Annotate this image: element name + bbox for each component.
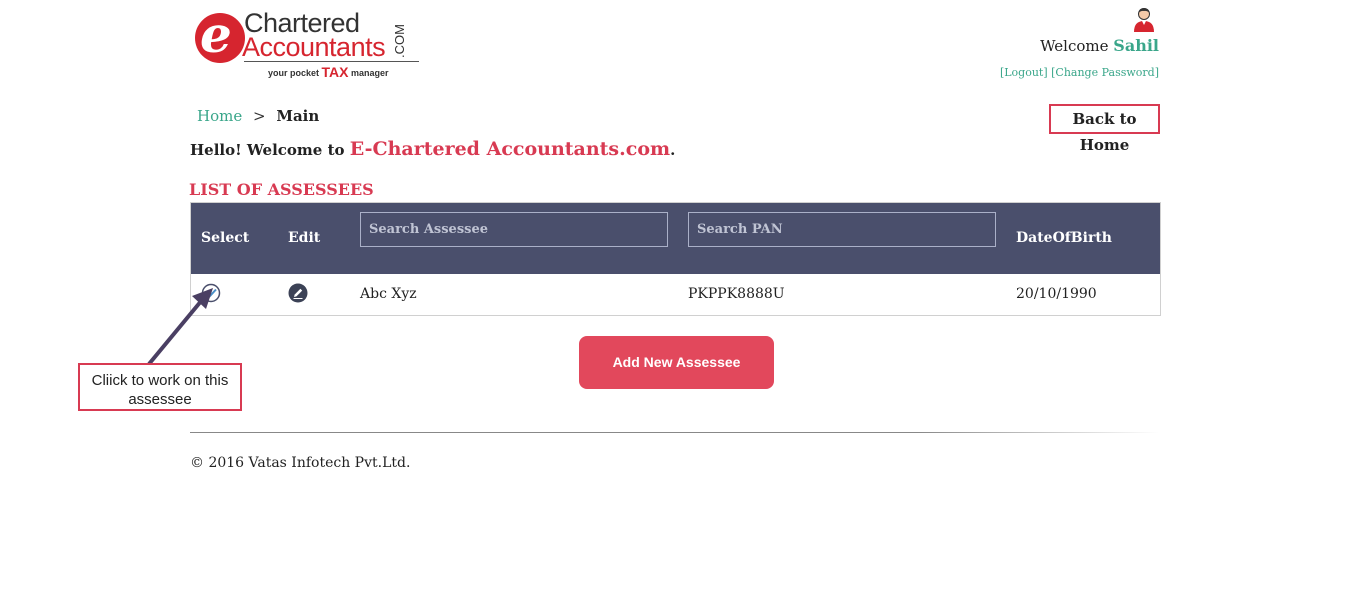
header-links: [Logout] [Change Password]: [1000, 66, 1159, 79]
add-new-assessee-button[interactable]: Add New Assessee: [579, 336, 774, 389]
header-edit: Edit: [288, 230, 321, 246]
callout-arrow-icon: [147, 288, 213, 366]
greeting-brand: E-Chartered Accountants.com: [349, 138, 671, 160]
welcome-message: Welcome Sahil: [1040, 36, 1159, 55]
greeting-prefix: Hello! Welcome to: [190, 141, 345, 159]
search-assessee-input[interactable]: [360, 212, 668, 247]
callout-tooltip: Cliick to work on this assessee: [78, 363, 242, 411]
breadcrumb-home-link[interactable]: Home: [197, 107, 242, 125]
header-dob: DateOfBirth: [1016, 230, 1112, 246]
edit-pencil-icon[interactable]: [288, 283, 308, 303]
assessee-table: Select Edit DateOfBirth Abc Xyz PKPPK888…: [190, 202, 1161, 316]
logo-tagline-prefix: your pocket: [268, 68, 320, 78]
footer-divider: [190, 432, 1159, 433]
logo-text-com: .COM: [392, 24, 407, 58]
logo-rule: [244, 61, 419, 62]
cell-pan: PKPPK8888U: [688, 286, 785, 302]
callout-line1: Cliick to work on this: [91, 372, 229, 389]
username: Sahil: [1113, 36, 1159, 55]
callout-line2: assessee: [128, 391, 192, 408]
table-header: Select Edit DateOfBirth: [191, 203, 1160, 274]
logo-tagline-suffix: manager: [351, 68, 389, 78]
change-password-link[interactable]: [Change Password]: [1051, 66, 1159, 79]
footer-copyright: © 2016 Vatas Infotech Pvt.Ltd.: [190, 455, 411, 471]
greeting-suffix: .: [670, 141, 676, 159]
cell-dob: 20/10/1990: [1016, 286, 1097, 302]
table-row[interactable]: Abc Xyz PKPPK8888U 20/10/1990: [191, 274, 1160, 315]
user-avatar-icon: [1134, 8, 1154, 32]
back-to-home-button[interactable]: Back to Home: [1049, 104, 1160, 154]
cell-assessee-name: Abc Xyz: [360, 286, 417, 302]
logo-text-accountants: Accountants: [242, 32, 386, 62]
breadcrumb-separator: >: [253, 107, 266, 125]
breadcrumb-current: Main: [276, 107, 320, 125]
breadcrumb: Home > Main: [197, 107, 319, 125]
site-logo[interactable]: e Chartered Accountants .COM your pocket…: [192, 6, 424, 82]
welcome-label: Welcome: [1040, 37, 1109, 55]
logo-tagline: your pocket TAX manager: [268, 64, 389, 80]
logo-tagline-tax: TAX: [321, 64, 349, 80]
list-title: LIST OF ASSESSEES: [189, 180, 374, 199]
logo-e-letter: e: [200, 5, 232, 64]
search-pan-input[interactable]: [688, 212, 996, 247]
logout-link[interactable]: [Logout]: [1000, 66, 1048, 79]
header-select: Select: [201, 230, 250, 246]
greeting: Hello! Welcome to E-Chartered Accountant…: [190, 138, 675, 160]
